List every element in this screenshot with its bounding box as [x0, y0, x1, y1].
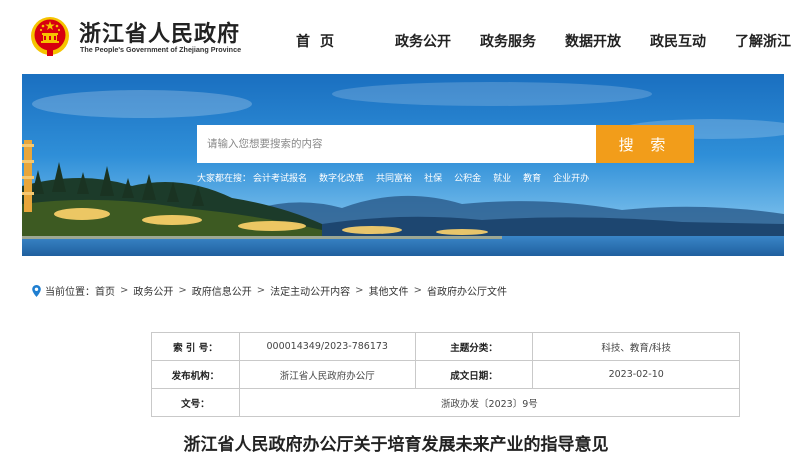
hot-search-item[interactable]: 数字化改革 — [319, 171, 364, 184]
table-row: 索 引 号： 000014349/2023-786173 主题分类： 科技、教育… — [151, 332, 740, 361]
west-lake-banner-image — [22, 74, 784, 256]
index-number-label: 索 引 号： — [151, 332, 240, 361]
breadcrumb-item[interactable]: 省政府办公厅文件 — [427, 283, 507, 298]
site-title[interactable]: 浙江省人民政府 — [79, 16, 240, 48]
hot-search-item[interactable]: 共同富裕 — [376, 171, 412, 184]
main-nav: 首页 政务公开 政务服务 数据开放 政民互动 了解浙江 — [296, 31, 791, 51]
breadcrumb-separator: > — [413, 285, 422, 296]
table-row: 文号： 浙政办发〔2023〕9号 — [151, 388, 741, 417]
nav-item-government-services[interactable]: 政务服务 — [480, 31, 536, 51]
hot-search-item[interactable]: 教育 — [523, 171, 541, 184]
location-pin-icon — [32, 284, 41, 297]
breadcrumb-item[interactable]: 法定主动公开内容 — [270, 283, 350, 298]
breadcrumb-separator: > — [120, 285, 129, 296]
index-number-value: 000014349/2023-786173 — [238, 332, 416, 361]
search-banner: 搜 索 大家都在搜： 会计考试报名 数字化改革 共同富裕 社保 公积金 就业 教… — [22, 74, 784, 256]
document-title: 浙江省人民政府办公厅关于培育发展未来产业的指导意见 — [183, 435, 609, 455]
topic-category-label: 主题分类： — [414, 332, 534, 361]
nav-item-home[interactable]: 首页 — [296, 31, 344, 51]
table-row: 发布机构： 浙江省人民政府办公厅 成文日期： 2023-02-10 — [151, 360, 740, 389]
breadcrumb-separator: > — [355, 285, 364, 296]
breadcrumb-item[interactable]: 政务公开 — [133, 283, 173, 298]
hot-search-item[interactable]: 会计考试报名 — [253, 171, 307, 184]
search-input[interactable] — [197, 125, 596, 163]
issuer-value: 浙江省人民政府办公厅 — [238, 360, 416, 389]
issue-date-value: 2023-02-10 — [532, 360, 740, 389]
issue-date-label: 成文日期： — [414, 360, 534, 389]
hot-searches-label: 大家都在搜： — [197, 174, 252, 184]
document-number-label: 文号： — [151, 388, 240, 417]
breadcrumb-separator: > — [178, 285, 187, 296]
nav-item-government-affairs-open[interactable]: 政务公开 — [395, 31, 451, 51]
breadcrumb-label: 当前位置： — [45, 287, 95, 298]
hot-search-item[interactable]: 公积金 — [454, 171, 481, 184]
breadcrumb: 当前位置： 首页 > 政务公开 > 政府信息公开 > 法定主动公开内容 > 其他… — [32, 283, 507, 298]
national-emblem-icon[interactable] — [30, 14, 70, 58]
nav-item-interaction[interactable]: 政民互动 — [650, 31, 706, 51]
issuer-label: 发布机构： — [151, 360, 240, 389]
breadcrumb-separator: > — [256, 285, 266, 296]
hot-searches: 大家都在搜： 会计考试报名 数字化改革 共同富裕 社保 公积金 就业 教育 企业… — [197, 171, 601, 184]
hot-search-item[interactable]: 企业开办 — [553, 171, 589, 184]
hot-search-item[interactable]: 社保 — [424, 171, 442, 184]
topic-category-value: 科技、教育/科技 — [532, 332, 740, 361]
hot-search-item[interactable]: 就业 — [493, 171, 511, 184]
nav-item-open-data[interactable]: 数据开放 — [565, 31, 621, 51]
document-number-value: 浙政办发〔2023〕9号 — [238, 388, 741, 417]
breadcrumb-item[interactable]: 首页 — [95, 283, 115, 298]
nav-item-about-zhejiang[interactable]: 了解浙江 — [735, 31, 791, 51]
breadcrumb-item[interactable]: 其他文件 — [369, 283, 409, 298]
site-subtitle: The People's Government of Zhejiang Prov… — [80, 45, 242, 54]
document-metadata-table: 索 引 号： 000014349/2023-786173 主题分类： 科技、教育… — [151, 332, 741, 417]
search-button[interactable]: 搜 索 — [596, 125, 694, 163]
site-header: 浙江省人民政府 The People's Government of Zheji… — [0, 0, 792, 74]
breadcrumb-item[interactable]: 政府信息公开 — [192, 283, 252, 298]
